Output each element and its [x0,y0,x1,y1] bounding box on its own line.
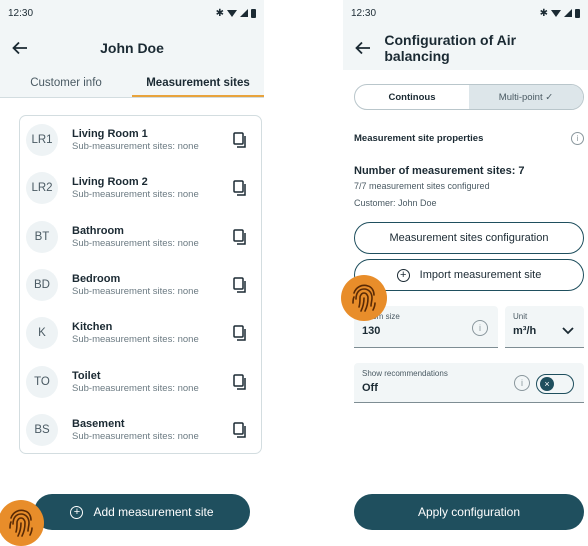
status-bar: 12:30 ✱ [343,0,588,26]
customer-label: Customer: John Doe [354,198,437,208]
site-sub-sites: Sub-measurement sites: none [72,430,199,442]
list-item[interactable]: LR1 Living Room 1 Sub-measurement sites: n… [20,116,261,164]
list-item[interactable]: BD Bedroom Sub-measurement sites: none [20,261,261,309]
copy-icon[interactable] [229,226,251,248]
site-avatar: BD [26,269,58,302]
wifi-icon [227,9,237,17]
list-item[interactable]: K Kitchen Sub-measurement sites: none [20,309,261,357]
site-name: Basement [72,417,125,430]
configured-status: 7/7 measurement sites configured [354,181,490,191]
site-sub-sites: Sub-measurement sites: none [72,382,199,394]
wifi-icon [551,9,561,17]
site-text: Bathroom Sub-measurement sites: none [72,225,229,249]
site-sub-sites: Sub-measurement sites: none [72,189,199,201]
signal-icon [564,9,572,17]
site-sub-sites: Sub-measurement sites: none [72,237,199,249]
copy-icon[interactable] [229,274,251,296]
site-text: Bedroom Sub-measurement sites: none [72,273,229,297]
measurement-sites-configuration-button[interactable]: Measurement sites configuration [354,222,584,254]
site-name: Bedroom [72,273,121,286]
mode-segmented-control: Continous Multi-point ✓ [354,84,584,110]
measurement-site-list: LR1 Living Room 1 Sub-measurement sites: n… [19,115,262,454]
import-measurement-site-button[interactable]: + Import measurement site [354,259,584,291]
site-text: Living Room 2 Sub-measurement sites: none [72,176,229,200]
info-icon[interactable]: i [514,375,530,391]
show-recommendations-field: Show recommendations Off i × [354,363,584,403]
customer-screen: 12:30 ✱ John Doe Customer info Measureme… [0,0,264,546]
site-name: Living Room 2 [72,176,148,189]
info-icon[interactable]: i [472,320,488,336]
site-text: Basement Sub-measurement sites: none [72,418,229,442]
battery-icon [575,8,580,18]
section-title: Measurement site properties [354,133,484,144]
mode-multi-point-option[interactable]: Multi-point ✓ [469,85,583,109]
site-count-title: Number of measurement sites: 7 [354,165,525,177]
copy-icon[interactable] [229,322,251,344]
copy-icon[interactable] [229,371,251,393]
apply-configuration-button[interactable]: Apply configuration [354,494,584,530]
bluetooth-icon: ✱ [215,7,224,19]
chevron-down-icon [562,322,574,340]
site-sub-sites: Sub-measurement sites: none [72,286,199,298]
app-bar: Configuration of Air balancing [343,26,588,70]
signal-icon [240,9,248,17]
site-avatar: BT [26,220,58,253]
site-name: Living Room 1 [72,128,148,141]
unit-select[interactable]: Unit m³/h [505,306,584,348]
add-measurement-site-button[interactable]: + Add measurement site [34,494,250,530]
status-time: 12:30 [8,7,34,19]
back-arrow-icon[interactable] [8,36,32,60]
battery-icon [251,8,256,18]
site-avatar: BS [26,413,58,446]
room-size-value: 130 [362,325,381,337]
site-avatar: LR2 [26,172,58,205]
site-avatar: TO [26,365,58,398]
status-time: 12:30 [351,7,377,19]
site-text: Living Room 1 Sub-measurement sites: none [72,128,229,152]
status-bar: 12:30 ✱ [0,0,264,26]
app-bar: John Doe [0,26,264,70]
site-avatar: K [26,317,58,350]
site-name: Kitchen [72,321,113,334]
list-item[interactable]: BS Basement Sub-measurement sites: none [20,406,261,453]
status-icons: ✱ [216,8,256,19]
list-item[interactable]: BT Bathroom Sub-measurement sites: none [20,213,261,261]
site-text: Toilet Sub-measurement sites: none [72,370,229,394]
plus-circle-icon: + [70,505,84,519]
unit-label: Unit [513,312,528,321]
toggle-off-icon: × [540,377,554,391]
recommendations-toggle[interactable]: × [536,374,574,394]
site-text: Kitchen Sub-measurement sites: none [72,321,229,345]
list-item[interactable]: LR2 Living Room 2 Sub-measurement sites: n… [20,164,261,212]
site-sub-sites: Sub-measurement sites: none [72,141,199,153]
back-arrow-icon[interactable] [351,36,374,60]
section-header: Measurement site properties i [354,132,584,145]
status-icons: ✱ [540,8,580,19]
page-title: Configuration of Air balancing [384,32,517,64]
list-item[interactable]: TO Toilet Sub-measurement sites: none [20,357,261,405]
tab-measurement-sites[interactable]: Measurement sites [132,70,264,97]
tab-customer-info[interactable]: Customer info [0,70,132,97]
configuration-screen: 12:30 ✱ Configuration of Air balancing C… [341,0,588,546]
site-name: Bathroom [72,224,124,237]
site-avatar: LR1 [26,124,58,157]
tab-bar: Customer info Measurement sites [0,70,264,98]
mode-continous-option[interactable]: Continous [355,85,469,109]
copy-icon[interactable] [229,177,251,199]
add-measurement-site-label: Add measurement site [93,505,214,519]
fingerprint-icon [341,275,387,321]
site-name: Toilet [72,369,101,382]
plus-circle-icon: + [396,268,410,282]
import-measurement-site-label: Import measurement site [419,269,542,281]
site-sub-sites: Sub-measurement sites: none [72,334,199,346]
copy-icon[interactable] [229,129,251,151]
copy-icon[interactable] [229,419,251,441]
bluetooth-icon: ✱ [539,7,548,19]
page-title: John Doe [100,40,164,56]
fingerprint-icon [0,500,44,546]
room-size-label: Room size [362,312,400,321]
info-icon[interactable]: i [571,132,584,145]
